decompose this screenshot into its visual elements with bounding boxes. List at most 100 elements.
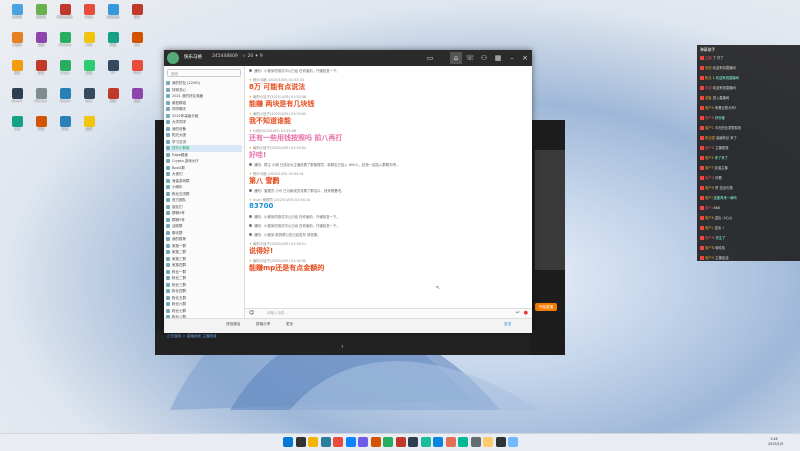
desktop-icon[interactable]: WPS xyxy=(124,60,150,84)
taskbar-app-icon[interactable] xyxy=(333,437,343,447)
desktop-icon[interactable]: 此电脑 xyxy=(4,4,30,28)
system-message: 通知：群主 小明 已成功为主播设置了群管理员，新群友已加入 800人，赶快一起加… xyxy=(249,162,399,167)
desktop-icon[interactable]: 音乐 xyxy=(4,60,30,84)
desktop-icon-label: Chrome xyxy=(58,43,72,47)
taskbar-app-icon[interactable] xyxy=(345,437,356,447)
avatar[interactable] xyxy=(167,52,179,64)
emoji-icon[interactable]: ☺ xyxy=(249,310,254,316)
taskbar-app-icon[interactable] xyxy=(370,437,381,447)
contact-name: 粉丝七群 xyxy=(172,308,186,313)
desktop-icon[interactable]: 小程序 xyxy=(4,32,30,56)
voice-call-button[interactable]: 语音通话 xyxy=(226,322,240,327)
live-chat-user[interactable]: 用户O xyxy=(705,256,715,260)
taskbar-app-icon[interactable] xyxy=(433,437,443,447)
level-badge-icon xyxy=(700,196,704,200)
start-live-button[interactable]: 开始直播 xyxy=(535,303,557,311)
live-chat-user[interactable]: 用户D xyxy=(705,146,715,150)
live-chat-user[interactable]: 游客 xyxy=(705,96,713,100)
desktop-icon[interactable]: 剪映 xyxy=(28,116,54,140)
desktop-icon[interactable]: 网游 xyxy=(100,88,126,112)
taskbar-app-icon[interactable] xyxy=(295,437,306,447)
desktop-icon[interactable]: 文档 xyxy=(28,32,54,56)
live-chat-user[interactable]: 用户I xyxy=(705,196,714,200)
screen-share-button[interactable]: 屏幕分享 xyxy=(256,322,270,327)
minimize-icon[interactable]: – xyxy=(506,52,518,64)
taskbar-app-icon[interactable] xyxy=(308,437,318,447)
taskbar-app-icon[interactable] xyxy=(508,437,518,447)
contact-avatar-icon xyxy=(166,217,170,222)
desktop-icon[interactable]: Epic xyxy=(76,88,102,112)
contact-name: 粉丝二群 xyxy=(172,276,186,280)
taskbar-app-icon[interactable] xyxy=(470,437,481,447)
taskbar-app-icon[interactable] xyxy=(320,437,331,447)
contact-avatar-icon xyxy=(166,94,170,98)
phone-icon[interactable]: ☏ xyxy=(464,52,476,64)
live-chat-user[interactable]: 用户M xyxy=(705,236,716,240)
live-chat-user[interactable]: 用户J xyxy=(705,206,714,210)
desktop-icon[interactable]: Excel xyxy=(52,60,78,84)
live-chat-user[interactable]: 用户G xyxy=(705,176,715,180)
desktop-icon[interactable]: 软件 xyxy=(124,4,150,28)
close-icon[interactable]: × xyxy=(519,52,531,64)
desktop-icon[interactable]: OBS xyxy=(76,32,102,56)
level-badge-icon xyxy=(700,256,704,260)
chat-icon[interactable]: ▭ xyxy=(424,52,436,64)
taskbar-app-icon[interactable] xyxy=(283,437,293,447)
live-chat-user[interactable]: 用户E xyxy=(705,156,715,160)
live-chat-user[interactable]: 用户F xyxy=(705,166,715,170)
live-chat-row: 用户D 主播很强 xyxy=(700,145,798,150)
desktop-icon[interactable]: 控制面板 xyxy=(100,4,126,28)
desktop-icon[interactable]: 游戏 xyxy=(28,60,54,84)
live-chat-user[interactable]: 用户C xyxy=(705,126,715,130)
desktop-icon[interactable]: 视频 xyxy=(124,88,150,112)
desktop-icon[interactable]: Steam xyxy=(52,88,78,112)
taskbar-app-icon[interactable] xyxy=(445,437,456,447)
desktop-icon[interactable]: 网易云音乐 xyxy=(52,4,78,28)
taskbar-app-icon[interactable] xyxy=(495,437,506,447)
desktop-icon[interactable]: 回收站 xyxy=(28,4,54,28)
desktop-icon[interactable]: Edge xyxy=(76,4,102,28)
desktop-icon[interactable]: 腾讯 xyxy=(52,116,78,140)
game-icon[interactable]: ⚇ xyxy=(478,52,490,64)
desktop-icon[interactable]: 微信 xyxy=(76,60,102,84)
taskbar-app-icon[interactable] xyxy=(458,437,468,447)
desktop-icon[interactable]: 网易 xyxy=(100,32,126,56)
desktop-icon[interactable]: YY xyxy=(100,60,126,84)
live-chat-user[interactable]: 欢迎 xyxy=(705,86,713,90)
grid-icon[interactable]: ▦ xyxy=(492,52,504,64)
notice-icon xyxy=(249,215,252,218)
desktop-icon[interactable]: Blender xyxy=(28,88,54,112)
live-chat-user[interactable]: 用户B xyxy=(705,116,715,120)
desktop-icon[interactable]: QQ xyxy=(124,32,150,56)
live-chat-row: 系统 欢迎来到直播间 xyxy=(700,65,798,70)
live-chat-user[interactable]: 用户A xyxy=(705,106,715,110)
live-chat-user[interactable]: 粉丝 xyxy=(705,76,713,80)
taskbar-app-icon[interactable] xyxy=(420,437,431,447)
desktop-icon[interactable]: 工具 xyxy=(4,116,30,140)
search-input[interactable]: 搜索 xyxy=(167,69,241,77)
home-icon[interactable]: ⌂ xyxy=(450,52,462,64)
live-chat-user[interactable]: 系统 xyxy=(705,66,713,70)
live-chat-user[interactable]: 用户H xyxy=(705,186,715,190)
taskbar-app-icon[interactable] xyxy=(395,437,406,447)
live-chat-user[interactable]: 主播 xyxy=(705,56,713,60)
taskbar-app-icon[interactable] xyxy=(483,437,493,447)
live-chat-user[interactable]: 用户N xyxy=(705,246,715,250)
desktop-icon[interactable]: 酷狗 xyxy=(76,116,102,140)
live-chat-user[interactable]: 粉丝团 xyxy=(705,136,716,140)
send-arrow-icon[interactable]: ↵ xyxy=(516,310,520,316)
desktop-icon[interactable]: Chrome xyxy=(52,32,78,56)
more-button[interactable]: 更多 xyxy=(286,322,293,327)
app-icon xyxy=(11,4,23,15)
desktop-icon[interactable]: Steam xyxy=(4,88,30,112)
contact-name: 阳光大团 xyxy=(172,133,186,137)
taskbar-app-icon[interactable] xyxy=(408,437,418,447)
contact-avatar-icon xyxy=(166,100,170,105)
live-chat-user[interactable]: 用户K xyxy=(705,216,715,220)
video-controls[interactable]: 正在播放 > 直播画面 主播频道 7 xyxy=(155,330,530,355)
taskbar-app-icon[interactable] xyxy=(383,437,393,447)
app-icon xyxy=(59,116,71,127)
taskbar-app-icon[interactable] xyxy=(358,437,368,447)
send-button[interactable]: 发送 xyxy=(504,322,511,327)
mic-icon[interactable]: ● xyxy=(524,310,528,316)
